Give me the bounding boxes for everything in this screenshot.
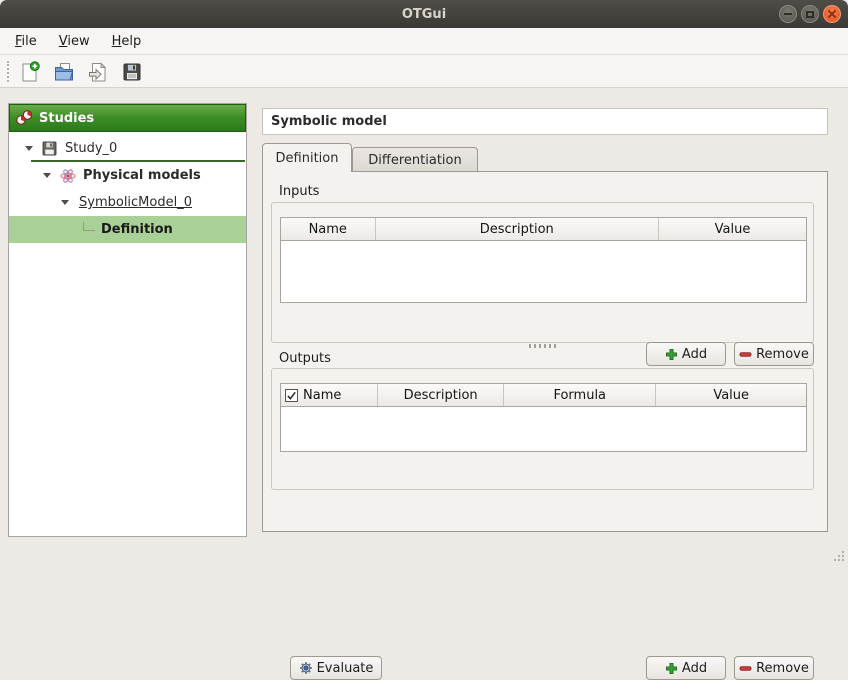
inputs-remove-button[interactable]: Remove: [734, 342, 814, 366]
close-icon: [827, 9, 837, 19]
outputs-group-box: Name Description Formula Value Evaluate: [271, 368, 814, 490]
gear-icon: [299, 661, 313, 675]
tab-label: Definition: [276, 151, 339, 166]
outputs-table-header: Name Description Formula Value: [281, 384, 806, 407]
outputs-remove-label: Remove: [756, 661, 809, 676]
studies-panel-title: Studies: [39, 111, 94, 126]
outputs-add-label: Add: [682, 661, 707, 676]
model-title: Symbolic model: [271, 114, 387, 129]
minus-icon: [739, 662, 752, 675]
tree-item-physical-models[interactable]: Physical models: [9, 162, 246, 189]
tree-item-study[interactable]: Study_0: [9, 135, 246, 162]
collapse-arrow-icon[interactable]: [25, 146, 33, 151]
maximize-button[interactable]: [801, 5, 819, 23]
tab-definition[interactable]: Definition: [262, 143, 352, 172]
import-script-button[interactable]: [84, 58, 111, 85]
evaluate-label: Evaluate: [317, 661, 374, 676]
new-study-icon: [19, 61, 41, 83]
outputs-section-label: Outputs: [279, 351, 331, 366]
column-header-name: Name: [281, 384, 378, 406]
titlebar: OTGui: [0, 0, 848, 28]
open-study-icon: [53, 61, 75, 83]
outputs-table-body[interactable]: [281, 407, 806, 451]
inputs-remove-label: Remove: [756, 347, 809, 362]
new-study-button[interactable]: [16, 58, 43, 85]
column-header-value: Value: [656, 384, 806, 406]
tree-item-definition-selected[interactable]: Definition: [9, 216, 246, 243]
toolbar: [0, 55, 848, 88]
definition-tab-panel: Inputs Name Description Value Add: [262, 171, 828, 532]
save-icon: [122, 62, 142, 82]
tree-item-label: Study_0: [65, 141, 117, 156]
model-title-field: Symbolic model: [262, 108, 828, 135]
outputs-add-button[interactable]: Add: [646, 656, 726, 680]
tree-item-label: Physical models: [83, 168, 201, 183]
tree-item-symbolic-model[interactable]: SymbolicModel_0: [9, 189, 246, 216]
inputs-section-label: Inputs: [279, 184, 319, 199]
import-script-icon: [87, 61, 109, 83]
outputs-remove-button[interactable]: Remove: [734, 656, 814, 680]
column-header-name: Name: [281, 218, 376, 240]
inputs-add-label: Add: [682, 347, 707, 362]
menu-file[interactable]: File: [4, 30, 48, 53]
inputs-table-header: Name Description Value: [281, 218, 806, 241]
column-header-label: Name: [303, 388, 341, 403]
splitter-handle[interactable]: [529, 344, 559, 348]
plus-icon: [665, 662, 678, 675]
floppy-icon: [42, 141, 57, 156]
select-all-checkbox[interactable]: [285, 389, 298, 402]
tree-item-label: Definition: [101, 222, 173, 237]
column-header-description: Description: [378, 384, 504, 406]
studies-panel: Studies Study_0: [8, 103, 247, 537]
inputs-add-button[interactable]: Add: [646, 342, 726, 366]
minus-icon: [739, 348, 752, 361]
tab-label: Differentiation: [368, 153, 461, 168]
save-study-button[interactable]: [118, 58, 145, 85]
atom-icon: [60, 168, 76, 184]
studies-tree: Study_0 Physical models SymbolicModel_0: [9, 135, 246, 243]
studies-icon: [16, 110, 33, 126]
checkmark-icon: [286, 390, 297, 401]
column-header-value: Value: [659, 218, 806, 240]
app-window: OTGui File View Help: [0, 0, 848, 569]
inputs-table-body[interactable]: [281, 241, 806, 302]
tree-branch-line: [83, 222, 95, 231]
resize-grip-icon: [831, 548, 845, 562]
close-button[interactable]: [823, 5, 841, 23]
menu-view[interactable]: View: [48, 30, 101, 53]
studies-panel-header: Studies: [9, 104, 246, 132]
collapse-arrow-icon[interactable]: [43, 173, 51, 178]
menubar: File View Help: [0, 28, 848, 55]
resize-grip[interactable]: [831, 548, 845, 566]
minimize-button[interactable]: [779, 5, 797, 23]
maximize-icon: [806, 11, 814, 18]
toolbar-drag-handle[interactable]: [7, 61, 9, 82]
inputs-table: Name Description Value: [280, 217, 807, 303]
inputs-group-box: Name Description Value Add Remove: [271, 202, 814, 343]
tree-item-label: SymbolicModel_0: [79, 195, 192, 210]
column-header-description: Description: [376, 218, 660, 240]
outputs-table: Name Description Formula Value: [280, 383, 807, 452]
window-title: OTGui: [402, 7, 446, 22]
collapse-arrow-icon[interactable]: [61, 200, 69, 205]
minimize-icon: [784, 13, 792, 15]
menu-help[interactable]: Help: [101, 30, 153, 53]
column-header-formula: Formula: [504, 384, 656, 406]
open-study-button[interactable]: [50, 58, 77, 85]
evaluate-button[interactable]: Evaluate: [290, 656, 382, 680]
plus-icon: [665, 348, 678, 361]
tab-differentiation[interactable]: Differentiation: [352, 147, 478, 172]
